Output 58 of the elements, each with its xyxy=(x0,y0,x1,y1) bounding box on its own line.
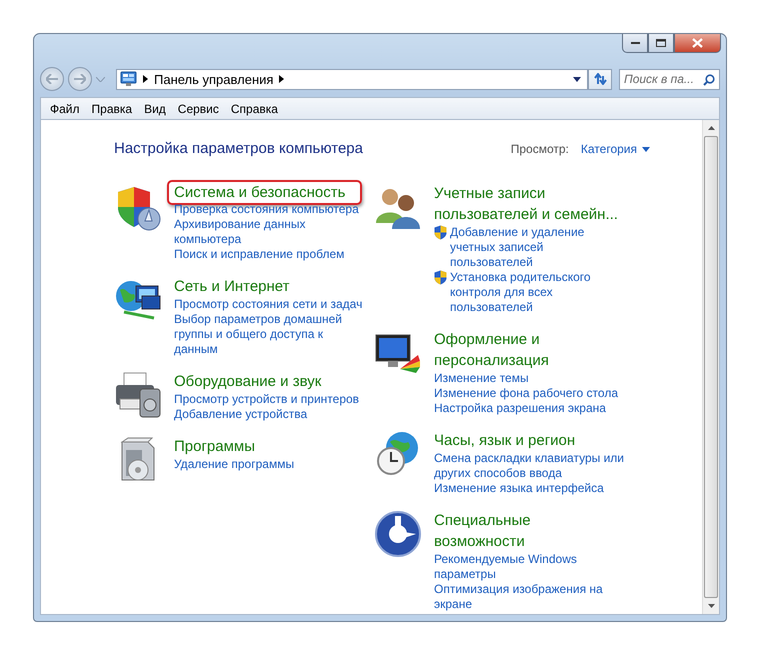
scroll-down-icon[interactable] xyxy=(708,604,714,608)
category-link[interactable]: Система и безопасность xyxy=(167,180,362,205)
task-link[interactable]: Изменение темы xyxy=(434,371,529,386)
task-link[interactable]: Архивирование данных компьютера xyxy=(174,217,369,247)
menu-item[interactable]: Сервис xyxy=(172,100,224,118)
address-bar[interactable]: Панель управления xyxy=(116,68,588,90)
page-heading: Настройка параметров компьютера xyxy=(114,140,363,157)
task-link[interactable]: Просмотр устройств и принтеров xyxy=(174,392,360,407)
printer-icon xyxy=(114,371,163,420)
minimize-icon xyxy=(630,42,640,44)
task-link[interactable]: Изменение языка интерфейса xyxy=(434,481,604,496)
breadcrumb[interactable]: Панель управления xyxy=(154,72,274,86)
menu-item[interactable]: Файл xyxy=(45,100,85,118)
task-link[interactable]: Добавление устройства xyxy=(174,407,308,422)
task-link[interactable]: Оптимизация изображения на экране xyxy=(434,582,624,612)
view-label: Просмотр: xyxy=(510,142,569,156)
category-link[interactable]: Оборудование и звук xyxy=(174,371,322,392)
maximize-icon xyxy=(656,39,666,47)
task-link[interactable]: Удаление программы xyxy=(174,457,294,472)
refresh-button[interactable] xyxy=(588,68,612,90)
task-link[interactable]: Проверка состояния компьютера xyxy=(174,202,359,217)
task-link[interactable]: Просмотр состояния сети и задач xyxy=(174,297,362,312)
task-link[interactable]: Настройка разрешения экрана xyxy=(434,401,606,416)
task-link[interactable]: Изменение фона рабочего стола xyxy=(434,386,618,401)
forward-arrow-icon xyxy=(74,74,86,84)
task-link[interactable]: Смена раскладки клавиатуры или других способов ввода xyxy=(434,451,624,481)
category-link[interactable]: Программы xyxy=(174,436,256,457)
maximize-button[interactable] xyxy=(648,34,674,53)
close-button[interactable] xyxy=(674,34,721,53)
category-link[interactable]: Учетные записи пользователей и семейн... xyxy=(434,183,624,225)
dropdown-icon xyxy=(642,146,650,152)
chevron-icon xyxy=(279,75,284,83)
search-icon xyxy=(703,74,715,86)
category-link[interactable]: Часы, язык и регион xyxy=(434,430,576,451)
menu-item[interactable]: Вид xyxy=(139,100,171,118)
menu-item[interactable]: Правка xyxy=(86,100,138,118)
control-panel-icon xyxy=(120,71,137,87)
task-link[interactable]: Добавление и удаление учетных записей пользователей xyxy=(450,225,594,270)
scroll-up-icon[interactable] xyxy=(708,126,714,130)
view-dropdown[interactable]: Категория xyxy=(580,142,650,156)
task-link[interactable]: Выбор параметров домашней группы и общего доступа к данным xyxy=(174,312,369,357)
category-link[interactable]: Оформление и персонализация xyxy=(434,329,624,371)
task-link[interactable]: Поиск и исправление проблем xyxy=(174,247,344,262)
task-link[interactable]: Рекомендуемые Windows параметры xyxy=(434,552,624,582)
scrollbar[interactable] xyxy=(702,120,719,614)
refresh-icon xyxy=(593,73,607,85)
task-link[interactable]: Установка родительского контроля для всех пользователей xyxy=(450,270,594,315)
close-icon xyxy=(692,38,703,48)
category-link[interactable]: Специальные возможности xyxy=(434,510,624,552)
category-link[interactable]: Сеть и Интернет xyxy=(174,276,290,297)
search-field[interactable]: Поиск в па... xyxy=(619,68,720,90)
menu-item[interactable]: Справка xyxy=(226,100,283,118)
dropdown-icon xyxy=(96,76,105,82)
chevron-icon xyxy=(143,75,148,83)
minimize-button[interactable] xyxy=(622,34,648,53)
dropdown-icon xyxy=(573,76,581,82)
back-arrow-icon xyxy=(46,74,58,84)
accessibility-icon xyxy=(374,510,423,559)
